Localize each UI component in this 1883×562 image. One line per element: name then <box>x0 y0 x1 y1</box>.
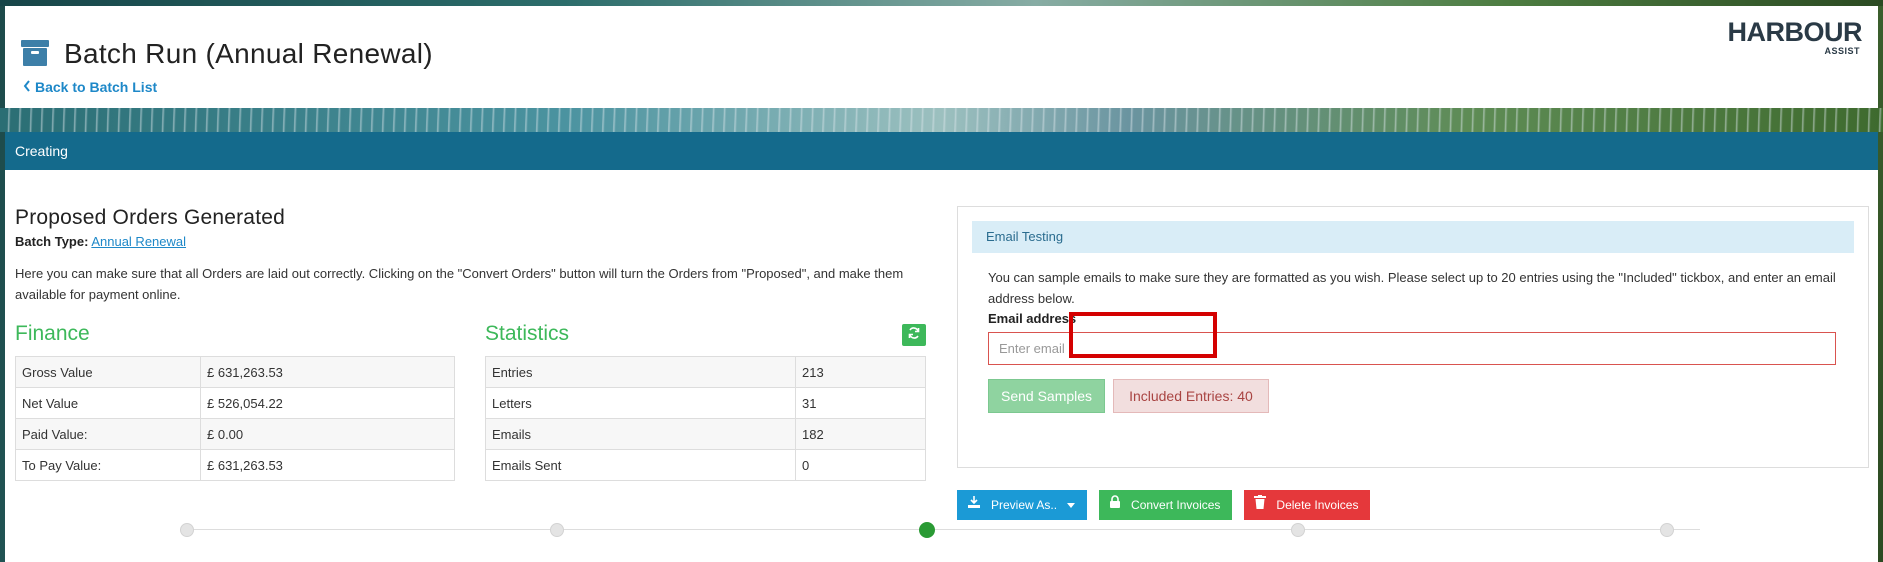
table-row: Emails Sent 0 <box>485 449 926 481</box>
statistics-value: 182 <box>795 418 926 450</box>
caret-down-icon <box>1067 490 1076 520</box>
table-row: Gross Value £ 631,263.53 <box>15 356 455 388</box>
archive-box-icon <box>20 38 50 68</box>
summary-heading: Proposed Orders Generated <box>15 206 285 229</box>
summary-description: Here you can make sure that all Orders a… <box>15 266 904 302</box>
convert-invoices-label: Convert Invoices <box>1131 498 1221 512</box>
download-icon <box>967 490 981 520</box>
preview-as-button[interactable]: Preview As.. <box>957 490 1088 520</box>
finance-label: Net Value <box>15 387 201 419</box>
finance-label: Paid Value: <box>15 418 201 450</box>
finance-label: To Pay Value: <box>15 449 201 481</box>
email-testing-description: You can sample emails to make sure they … <box>988 270 1836 306</box>
finance-value: £ 0.00 <box>200 418 455 450</box>
finance-title: Finance <box>15 322 90 345</box>
table-row: Emails 182 <box>485 418 926 450</box>
finance-table: Gross Value £ 631,263.53 Net Value £ 526… <box>15 356 455 481</box>
statistics-value: 31 <box>795 387 926 419</box>
finance-value: £ 526,054.22 <box>200 387 455 419</box>
main-content: Proposed Orders Generated Batch Type: An… <box>5 170 1878 562</box>
email-testing-title: Email Testing <box>972 221 1854 253</box>
step-1 <box>180 523 194 537</box>
trash-icon <box>1254 490 1267 520</box>
finance-label: Gross Value <box>15 356 201 388</box>
preview-as-label: Preview As.. <box>991 498 1058 512</box>
send-samples-button[interactable]: Send Samples <box>988 379 1106 413</box>
finance-value: £ 631,263.53 <box>200 449 455 481</box>
statistics-label: Emails Sent <box>485 449 796 481</box>
finance-value: £ 631,263.53 <box>200 356 455 388</box>
statistics-panel: Statistics Entries 213 Letters 31 Emails… <box>485 322 926 481</box>
highlight-box <box>1069 312 1217 358</box>
email-actions: Send Samples Included Entries: 40 <box>988 379 1868 413</box>
chevron-left-icon <box>23 79 31 95</box>
logo-sub-text: ASSIST <box>1824 46 1860 56</box>
table-row: To Pay Value: £ 631,263.53 <box>15 449 455 481</box>
step-4 <box>1291 523 1305 537</box>
step-5 <box>1660 523 1674 537</box>
batch-type-label: Batch Type: <box>15 234 89 249</box>
batch-type-link[interactable]: Annual Renewal <box>91 234 186 249</box>
statistics-label: Emails <box>485 418 796 450</box>
status-label: Creating <box>15 143 68 159</box>
back-to-batch-list-link[interactable]: Back to Batch List <box>23 79 157 95</box>
step-2 <box>550 523 564 537</box>
table-row: Entries 213 <box>485 356 926 388</box>
statistics-value: 213 <box>795 356 926 388</box>
table-row: Net Value £ 526,054.22 <box>15 387 455 419</box>
status-bar: Creating <box>5 132 1878 170</box>
background-image-band <box>0 108 1883 132</box>
stepper-line <box>180 529 1700 530</box>
logo-main-text: HARBOUR <box>1727 17 1863 47</box>
delete-invoices-label: Delete Invoices <box>1276 498 1359 512</box>
summary-section: Proposed Orders Generated Batch Type: An… <box>15 206 935 305</box>
statistics-table: Entries 213 Letters 31 Emails 182 Emails… <box>485 356 926 481</box>
statistics-value: 0 <box>795 449 926 481</box>
page-header: Batch Run (Annual Renewal) Back to Batch… <box>5 6 1878 108</box>
delete-invoices-button[interactable]: Delete Invoices <box>1244 490 1371 520</box>
refresh-statistics-button[interactable] <box>902 324 926 346</box>
table-row: Letters 31 <box>485 387 926 419</box>
statistics-label: Letters <box>485 387 796 419</box>
lock-icon <box>1109 490 1121 520</box>
statistics-label: Entries <box>485 356 796 388</box>
convert-invoices-button[interactable]: Convert Invoices <box>1099 490 1233 520</box>
finance-panel: Finance Gross Value £ 631,263.53 Net Val… <box>15 322 455 481</box>
progress-stepper <box>180 520 1700 540</box>
back-link-label: Back to Batch List <box>35 79 158 95</box>
batch-type-line: Batch Type: Annual Renewal <box>15 234 935 249</box>
refresh-icon <box>907 326 921 345</box>
harbour-assist-logo: HARBOUR ASSIST <box>1712 17 1863 62</box>
page-title: Batch Run (Annual Renewal) <box>64 38 433 69</box>
step-3-active <box>919 522 935 538</box>
included-entries-badge: Included Entries: 40 <box>1113 379 1269 413</box>
action-bar: Preview As.. Convert Invoices Delete Inv… <box>957 490 1371 522</box>
table-row: Paid Value: £ 0.00 <box>15 418 455 450</box>
statistics-title: Statistics <box>485 322 570 345</box>
